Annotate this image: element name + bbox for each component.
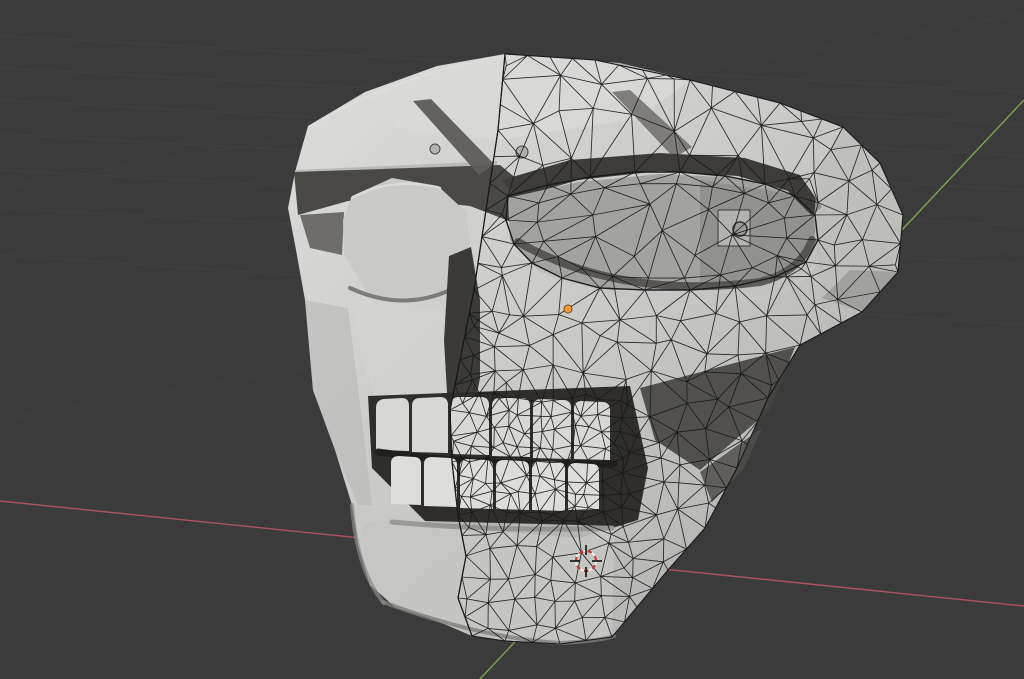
lower-tooth — [391, 456, 421, 505]
mini-bolt-left — [429, 143, 441, 155]
mesh-edge — [632, 558, 634, 578]
mesh-edge — [493, 427, 495, 448]
upper-tooth — [412, 397, 448, 453]
viewport-canvas[interactable] — [0, 0, 1024, 679]
upper-tooth — [376, 398, 409, 451]
selected-vertex[interactable] — [563, 304, 573, 314]
mesh-edge — [570, 158, 572, 195]
upper-tooth — [574, 401, 610, 460]
mesh-edge — [800, 110, 802, 122]
mesh-edge — [461, 496, 471, 498]
mesh-edge — [601, 465, 604, 481]
blender-3d-viewport[interactable] — [0, 0, 1024, 679]
mesh-edge — [485, 482, 501, 484]
mesh-edge — [601, 430, 620, 433]
mesh-edge — [479, 392, 494, 394]
mesh-edge — [540, 402, 543, 417]
